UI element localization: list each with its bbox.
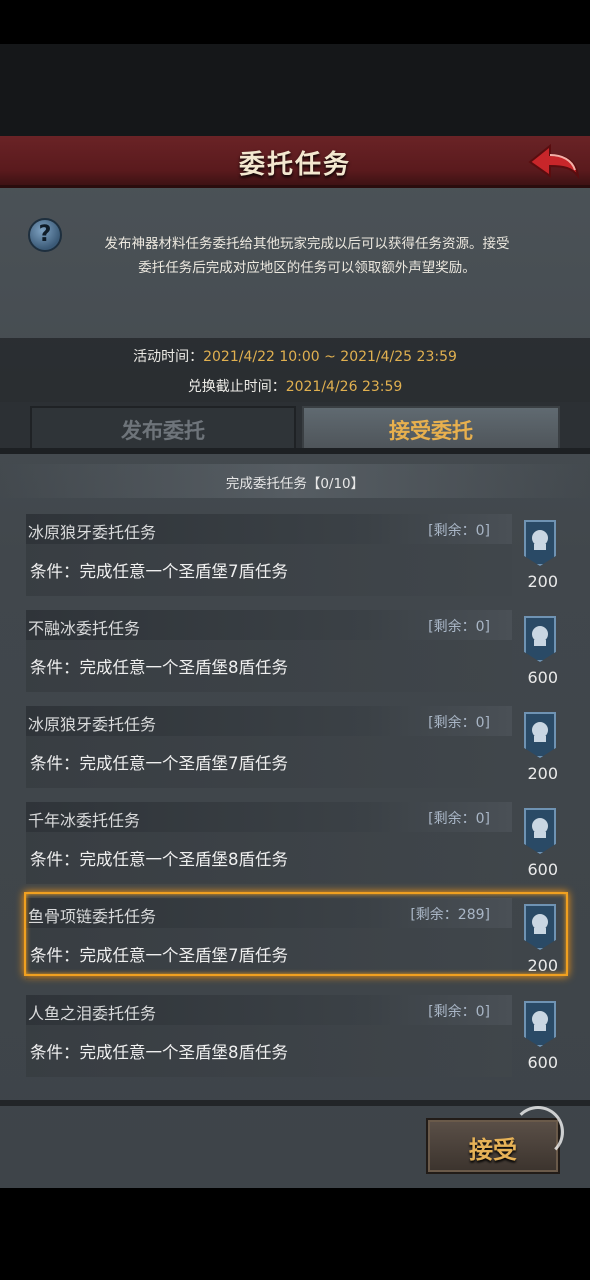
task-reward: 600: [527, 860, 558, 879]
reputation-badge-icon: [524, 520, 556, 566]
task-name: 不融冰委托任务: [28, 619, 141, 638]
progress-text: 完成委托任务【0/10】: [225, 476, 365, 492]
task-item[interactable]: 千年冰委托任务 [剩余：0] 条件：完成任意一个圣盾堡8盾任务 600: [26, 802, 568, 884]
task-remain: [剩余：0]: [428, 811, 490, 827]
description-line-2: 委托任务后完成对应地区的任务可以领取额外声望奖励。: [138, 260, 476, 276]
top-band: [0, 44, 590, 136]
task-remain: [剩余：0]: [428, 619, 490, 635]
deadline-time-label: 兑换截止时间：: [187, 379, 286, 395]
header-bar: 委托任务: [0, 136, 590, 188]
task-reward: 600: [527, 668, 558, 687]
task-condition: 条件：完成任意一个圣盾堡7盾任务: [30, 562, 288, 581]
help-icon[interactable]: ?: [28, 218, 62, 252]
tab-publish[interactable]: 发布委托: [30, 406, 296, 452]
task-reward: 200: [527, 764, 558, 783]
page-title: 委托任务: [238, 150, 351, 180]
swirl-effect-icon: [512, 1106, 564, 1158]
bottom-black-band: [0, 1188, 590, 1280]
task-remain: [剩余：0]: [428, 715, 490, 731]
task-condition: 条件：完成任意一个圣盾堡8盾任务: [30, 658, 288, 677]
task-condition: 条件：完成任意一个圣盾堡8盾任务: [30, 1043, 288, 1062]
activity-time-label: 活动时间：: [133, 349, 204, 365]
bottom-divider: [0, 1100, 590, 1106]
task-item[interactable]: 冰原狼牙委托任务 [剩余：0] 条件：完成任意一个圣盾堡7盾任务 200: [26, 706, 568, 788]
task-name: 人鱼之泪委托任务: [28, 1004, 157, 1023]
activity-time: 活动时间：2021/4/22 10:00 ~ 2021/4/25 23:59: [0, 346, 590, 366]
deadline-time: 兑换截止时间：2021/4/26 23:59: [0, 376, 590, 396]
selection-frame: [24, 892, 568, 976]
task-name: 千年冰委托任务: [28, 811, 141, 830]
task-item[interactable]: 人鱼之泪委托任务 [剩余：0] 条件：完成任意一个圣盾堡8盾任务 600: [26, 995, 568, 1077]
task-item-selected[interactable]: 鱼骨项链委托任务 [剩余：289] 条件：完成任意一个圣盾堡7盾任务 200: [24, 892, 568, 980]
back-button[interactable]: [526, 140, 582, 184]
reputation-badge-icon: [524, 808, 556, 854]
task-item[interactable]: 不融冰委托任务 [剩余：0] 条件：完成任意一个圣盾堡8盾任务 600: [26, 610, 568, 692]
task-remain: [剩余：0]: [428, 523, 490, 539]
back-arrow-icon: [528, 143, 580, 180]
reputation-badge-icon: [524, 616, 556, 662]
task-reward: 600: [527, 1053, 558, 1072]
reputation-badge-icon: [524, 1001, 556, 1047]
deadline-time-value: 2021/4/26 23:59: [285, 379, 403, 395]
task-item[interactable]: 冰原狼牙委托任务 [剩余：0] 条件：完成任意一个圣盾堡7盾任务 200: [26, 514, 568, 596]
tab-divider: [0, 448, 590, 454]
description-line-1: 发布神器材料任务委托给其他玩家完成以后可以获得任务资源。接受: [104, 236, 510, 252]
task-condition: 条件：完成任意一个圣盾堡7盾任务: [30, 754, 288, 773]
status-bar: [0, 0, 590, 44]
task-name: 冰原狼牙委托任务: [28, 715, 157, 734]
task-condition: 条件：完成任意一个圣盾堡8盾任务: [30, 850, 288, 869]
reputation-badge-icon: [524, 712, 556, 758]
activity-time-value: 2021/4/22 10:00 ~ 2021/4/25 23:59: [203, 349, 457, 365]
task-reward: 200: [527, 572, 558, 591]
description: 发布神器材料任务委托给其他玩家完成以后可以获得任务资源。接受 委托任务后完成对应…: [72, 232, 542, 280]
task-remain: [剩余：0]: [428, 1004, 490, 1020]
tab-accept[interactable]: 接受委托: [302, 406, 560, 452]
task-name: 冰原狼牙委托任务: [28, 523, 157, 542]
